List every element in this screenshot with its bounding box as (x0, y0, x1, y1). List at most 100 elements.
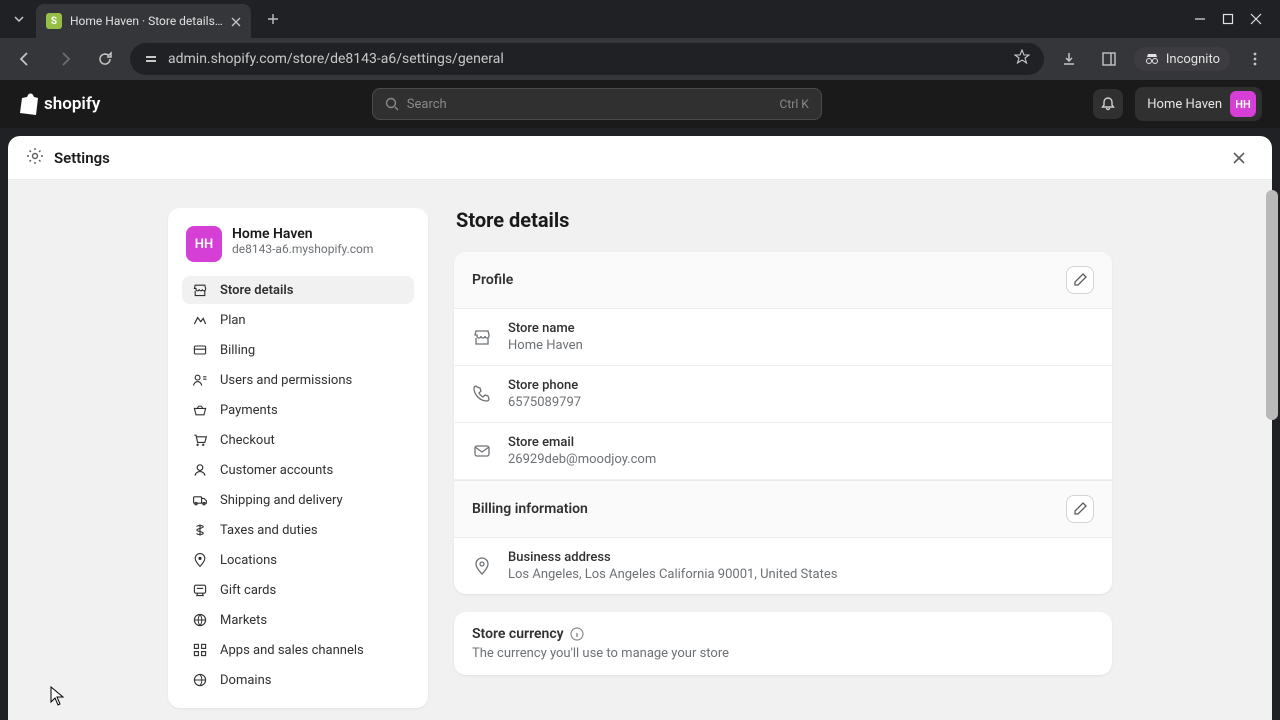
sidebar-item-users-and-permissions[interactable]: Users and permissions (182, 366, 414, 394)
pencil-icon (1073, 273, 1087, 287)
incognito-badge[interactable]: Incognito (1134, 47, 1230, 71)
nav-icon (192, 552, 208, 568)
store-header: HH Home Haven de8143-a6.myshopify.com (182, 222, 414, 276)
tab-title: Home Haven · Store details · Sh (70, 14, 223, 28)
settings-body: HH Home Haven de8143-a6.myshopify.com St… (8, 180, 1272, 720)
sidebar-item-store-details[interactable]: Store details (182, 276, 414, 304)
tab-dropdown-icon[interactable] (6, 6, 32, 32)
sidebar-item-taxes-and-duties[interactable]: Taxes and duties (182, 516, 414, 544)
settings-modal-header: Settings (8, 136, 1272, 180)
sidebar-item-shipping-and-delivery[interactable]: Shipping and delivery (182, 486, 414, 514)
close-icon (1232, 151, 1246, 165)
sidebar-item-label: Shipping and delivery (220, 493, 343, 508)
store-name-row: Store name Home Haven (454, 309, 1112, 366)
notifications-button[interactable] (1093, 89, 1123, 119)
sidebar-item-label: Store details (220, 283, 293, 298)
store-email-value: 26929deb@moodjoy.com (508, 452, 656, 467)
nav-icon (192, 312, 208, 328)
sidebar-item-gift-cards[interactable]: Gift cards (182, 576, 414, 604)
settings-close-button[interactable] (1224, 143, 1254, 173)
store-domain: de8143-a6.myshopify.com (232, 242, 373, 256)
sidebar-item-locations[interactable]: Locations (182, 546, 414, 574)
tab-close-icon[interactable] (231, 12, 241, 31)
nav-icon (192, 372, 208, 388)
email-icon (472, 441, 492, 461)
store-chip-name: Home Haven (1147, 97, 1222, 112)
maximize-icon[interactable] (1222, 10, 1234, 29)
sidebar-item-payments[interactable]: Payments (182, 396, 414, 424)
download-icon[interactable] (1054, 44, 1084, 74)
sidebar-item-label: Apps and sales channels (220, 643, 364, 658)
search-placeholder: Search (407, 97, 447, 112)
sidebar-item-plan[interactable]: Plan (182, 306, 414, 334)
site-settings-icon[interactable] (144, 52, 158, 66)
billing-card-header: Billing information (454, 480, 1112, 538)
nav-icon (192, 522, 208, 538)
settings-modal: Settings HH Home Haven de8143-a6.myshopi… (8, 136, 1272, 720)
nav-icon (192, 492, 208, 508)
sidebar-item-label: Markets (220, 613, 267, 628)
brand-text: shopify (44, 94, 100, 114)
sidebar-item-label: Plan (220, 313, 246, 328)
billing-heading: Billing information (472, 501, 588, 517)
avatar: HH (1230, 91, 1256, 117)
sidebar-item-label: Locations (220, 553, 277, 568)
incognito-label: Incognito (1166, 52, 1220, 67)
browser-chrome: S Home Haven · Store details · Sh admin.… (0, 0, 1280, 80)
incognito-icon (1144, 51, 1160, 67)
settings-nav: Store details Plan Billing Users and permis… (182, 276, 414, 694)
search-icon (385, 97, 399, 111)
nav-icon (192, 282, 208, 298)
profile-heading: Profile (472, 272, 513, 288)
settings-title: Settings (54, 149, 110, 167)
new-tab-button[interactable] (259, 5, 287, 33)
nav-icon (192, 582, 208, 598)
sidebar-item-label: Gift cards (220, 583, 276, 598)
sidebar-item-markets[interactable]: Markets (182, 606, 414, 634)
currency-heading: Store currency (472, 626, 564, 642)
sidebar-item-customer-accounts[interactable]: Customer accounts (182, 456, 414, 484)
search-input[interactable]: Search Ctrl K (372, 88, 822, 120)
star-icon[interactable] (1014, 49, 1030, 69)
menu-dots-icon[interactable] (1240, 44, 1270, 74)
search-shortcut: Ctrl K (780, 97, 809, 111)
phone-icon (472, 384, 492, 404)
nav-icon (192, 612, 208, 628)
location-icon (472, 556, 492, 576)
close-window-icon[interactable] (1250, 10, 1262, 29)
business-address-row: Business address Los Angeles, Los Angele… (454, 538, 1112, 594)
sidepanel-icon[interactable] (1094, 44, 1124, 74)
forward-button[interactable] (50, 44, 80, 74)
scrollbar-thumb[interactable] (1266, 190, 1278, 420)
info-icon[interactable] (570, 627, 584, 641)
sidebar-item-checkout[interactable]: Checkout (182, 426, 414, 454)
store-phone-label: Store phone (508, 378, 581, 393)
reload-button[interactable] (90, 44, 120, 74)
currency-sub: The currency you'll use to manage your s… (472, 646, 1094, 661)
gear-icon (26, 147, 44, 169)
sidebar-item-label: Users and permissions (220, 373, 352, 388)
edit-profile-button[interactable] (1066, 266, 1094, 294)
url-input[interactable]: admin.shopify.com/store/de8143-a6/settin… (130, 43, 1044, 75)
shopify-bag-icon (18, 93, 38, 115)
browser-tab[interactable]: S Home Haven · Store details · Sh (36, 4, 251, 38)
sidebar-item-apps-and-sales-channels[interactable]: Apps and sales channels (182, 636, 414, 664)
address-bar: admin.shopify.com/store/de8143-a6/settin… (0, 38, 1280, 80)
url-text: admin.shopify.com/store/de8143-a6/settin… (168, 51, 1004, 67)
minimize-icon[interactable] (1194, 10, 1206, 29)
sidebar-item-domains[interactable]: Domains (182, 666, 414, 694)
sidebar-item-label: Billing (220, 343, 255, 358)
back-button[interactable] (10, 44, 40, 74)
bell-icon (1100, 96, 1116, 112)
page-title: Store details (456, 208, 1112, 232)
edit-billing-button[interactable] (1066, 495, 1094, 523)
tab-bar: S Home Haven · Store details · Sh (0, 0, 1280, 38)
sidebar-item-billing[interactable]: Billing (182, 336, 414, 364)
store-menu[interactable]: Home Haven HH (1135, 87, 1262, 121)
sidebar-item-label: Customer accounts (220, 463, 333, 478)
store-name-value: Home Haven (508, 338, 583, 353)
shopify-app-bar: shopify Search Ctrl K Home Haven HH (0, 80, 1280, 128)
shopify-logo[interactable]: shopify (18, 93, 100, 115)
window-controls (1194, 10, 1274, 29)
pencil-icon (1073, 502, 1087, 516)
